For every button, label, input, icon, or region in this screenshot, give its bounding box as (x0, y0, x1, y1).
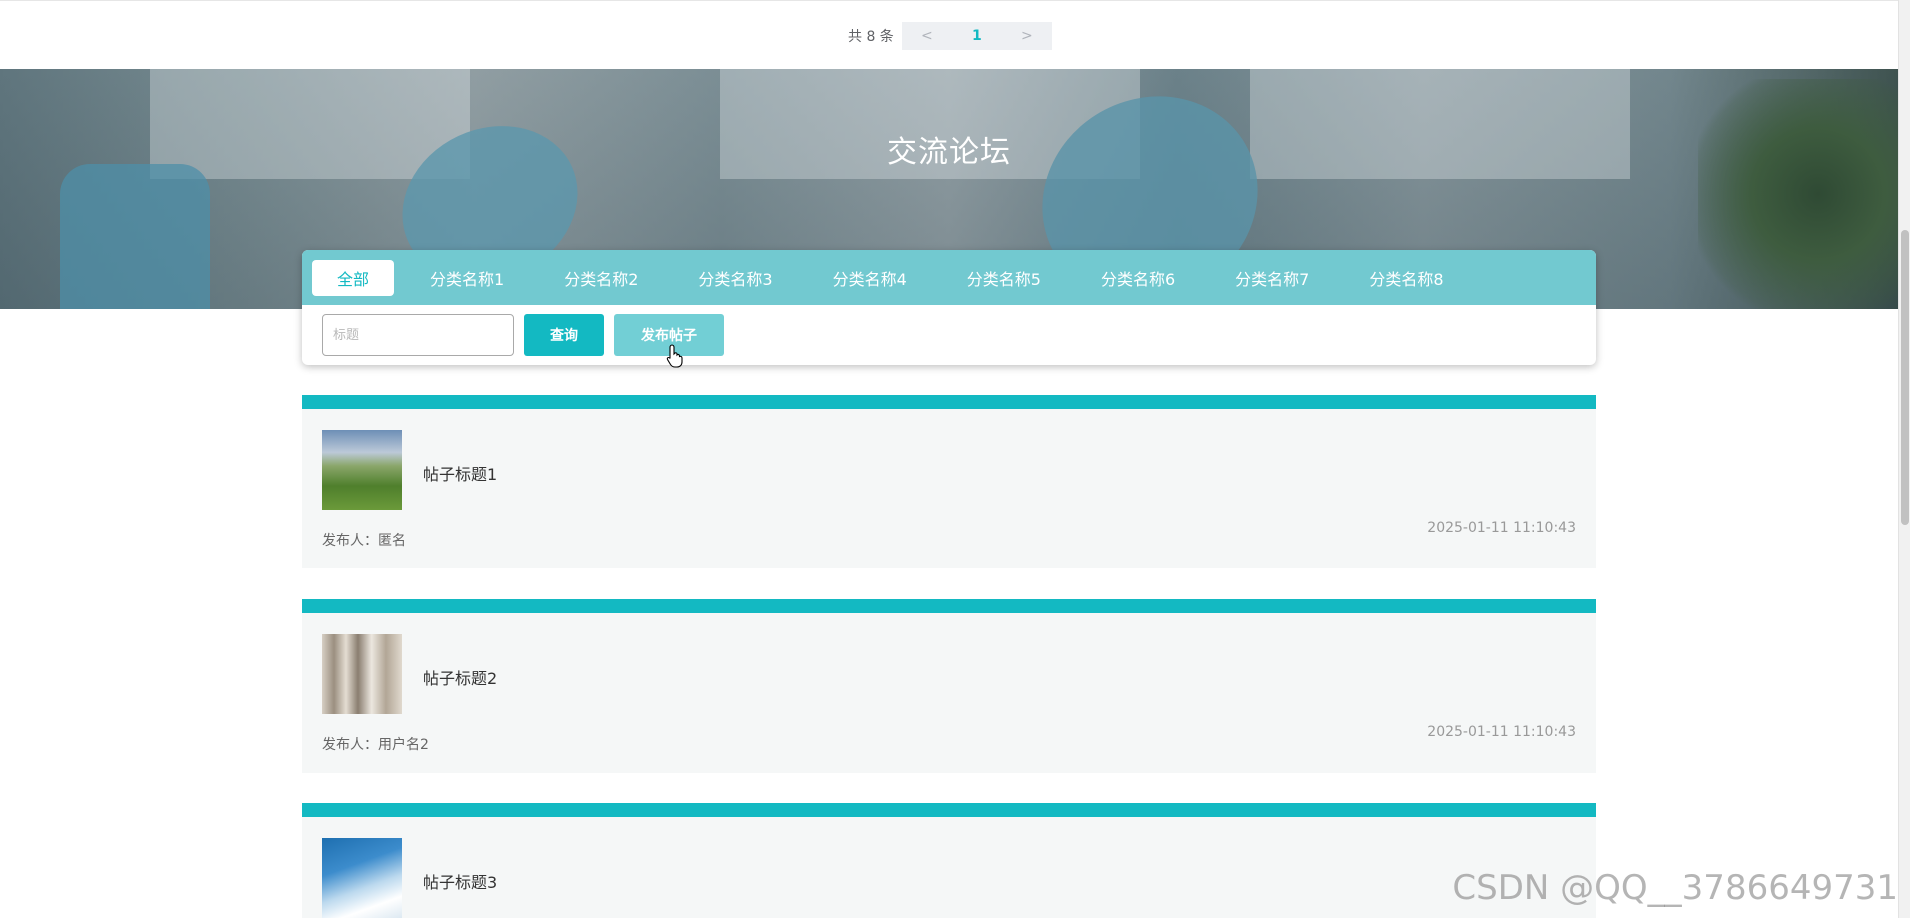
query-button[interactable]: 查询 (524, 314, 604, 356)
tab-category-8[interactable]: 分类名称8 (1343, 260, 1469, 296)
pagination: 共 8 条 < 1 > (848, 22, 1052, 50)
page-title: 交流论坛 (887, 135, 1011, 170)
post-author: 发布人：用户名2 (322, 737, 429, 753)
post-header-bar (302, 395, 1596, 409)
tab-category-1[interactable]: 分类名称1 (404, 260, 530, 296)
title-search-input[interactable] (322, 314, 514, 356)
next-page-button[interactable]: > (1002, 22, 1052, 50)
prev-page-button[interactable]: < (902, 22, 952, 50)
tab-category-4[interactable]: 分类名称4 (807, 260, 933, 296)
post-thumbnail[interactable] (322, 838, 402, 918)
hand-cursor-icon (666, 344, 683, 368)
tab-all[interactable]: 全部 (312, 259, 394, 296)
post-author: 发布人：匿名 (322, 533, 406, 549)
watermark: CSDN @QQ__3786649731 (1452, 868, 1898, 908)
search-toolbar: 查询 发布帖子 (302, 305, 1596, 365)
banner-dental-chair (60, 164, 210, 309)
filter-panel: 全部 分类名称1 分类名称2 分类名称3 分类名称4 分类名称5 分类名称6 分… (302, 250, 1596, 365)
post-item[interactable]: 帖子标题1 发布人：匿名 2025-01-11 11:10:43 (302, 395, 1596, 568)
pagination-total: 共 8 条 (848, 29, 894, 45)
post-title[interactable]: 帖子标题3 (423, 869, 497, 893)
tab-category-3[interactable]: 分类名称3 (672, 260, 798, 296)
banner-plant (1698, 79, 1898, 309)
category-tabs: 全部 分类名称1 分类名称2 分类名称3 分类名称4 分类名称5 分类名称6 分… (302, 250, 1596, 305)
post-time: 2025-01-11 11:10:43 (1427, 520, 1576, 536)
pagination-buttons: < 1 > (901, 22, 1052, 50)
post-item[interactable]: 帖子标题3 (302, 803, 1596, 918)
post-item[interactable]: 帖子标题2 发布人：用户名2 2025-01-11 11:10:43 (302, 599, 1596, 773)
tab-category-6[interactable]: 分类名称6 (1075, 260, 1201, 296)
post-thumbnail[interactable] (322, 430, 402, 510)
post-header-bar (302, 599, 1596, 613)
post-title[interactable]: 帖子标题1 (423, 461, 497, 485)
page: 共 8 条 < 1 > 交流论坛 全部 分类名称1 分类名称2 分类名称3 分类… (0, 0, 1910, 918)
tab-category-5[interactable]: 分类名称5 (941, 260, 1067, 296)
tab-category-7[interactable]: 分类名称7 (1209, 260, 1335, 296)
post-time: 2025-01-11 11:10:43 (1427, 724, 1576, 740)
vertical-scrollbar[interactable] (1898, 0, 1910, 918)
post-title[interactable]: 帖子标题2 (423, 665, 497, 689)
tab-category-2[interactable]: 分类名称2 (538, 260, 664, 296)
post-header-bar (302, 803, 1596, 817)
scrollbar-thumb[interactable] (1901, 230, 1909, 525)
post-thumbnail[interactable] (322, 634, 402, 714)
page-number-1[interactable]: 1 (952, 22, 1002, 50)
top-pagination-strip: 共 8 条 < 1 > (0, 0, 1898, 69)
